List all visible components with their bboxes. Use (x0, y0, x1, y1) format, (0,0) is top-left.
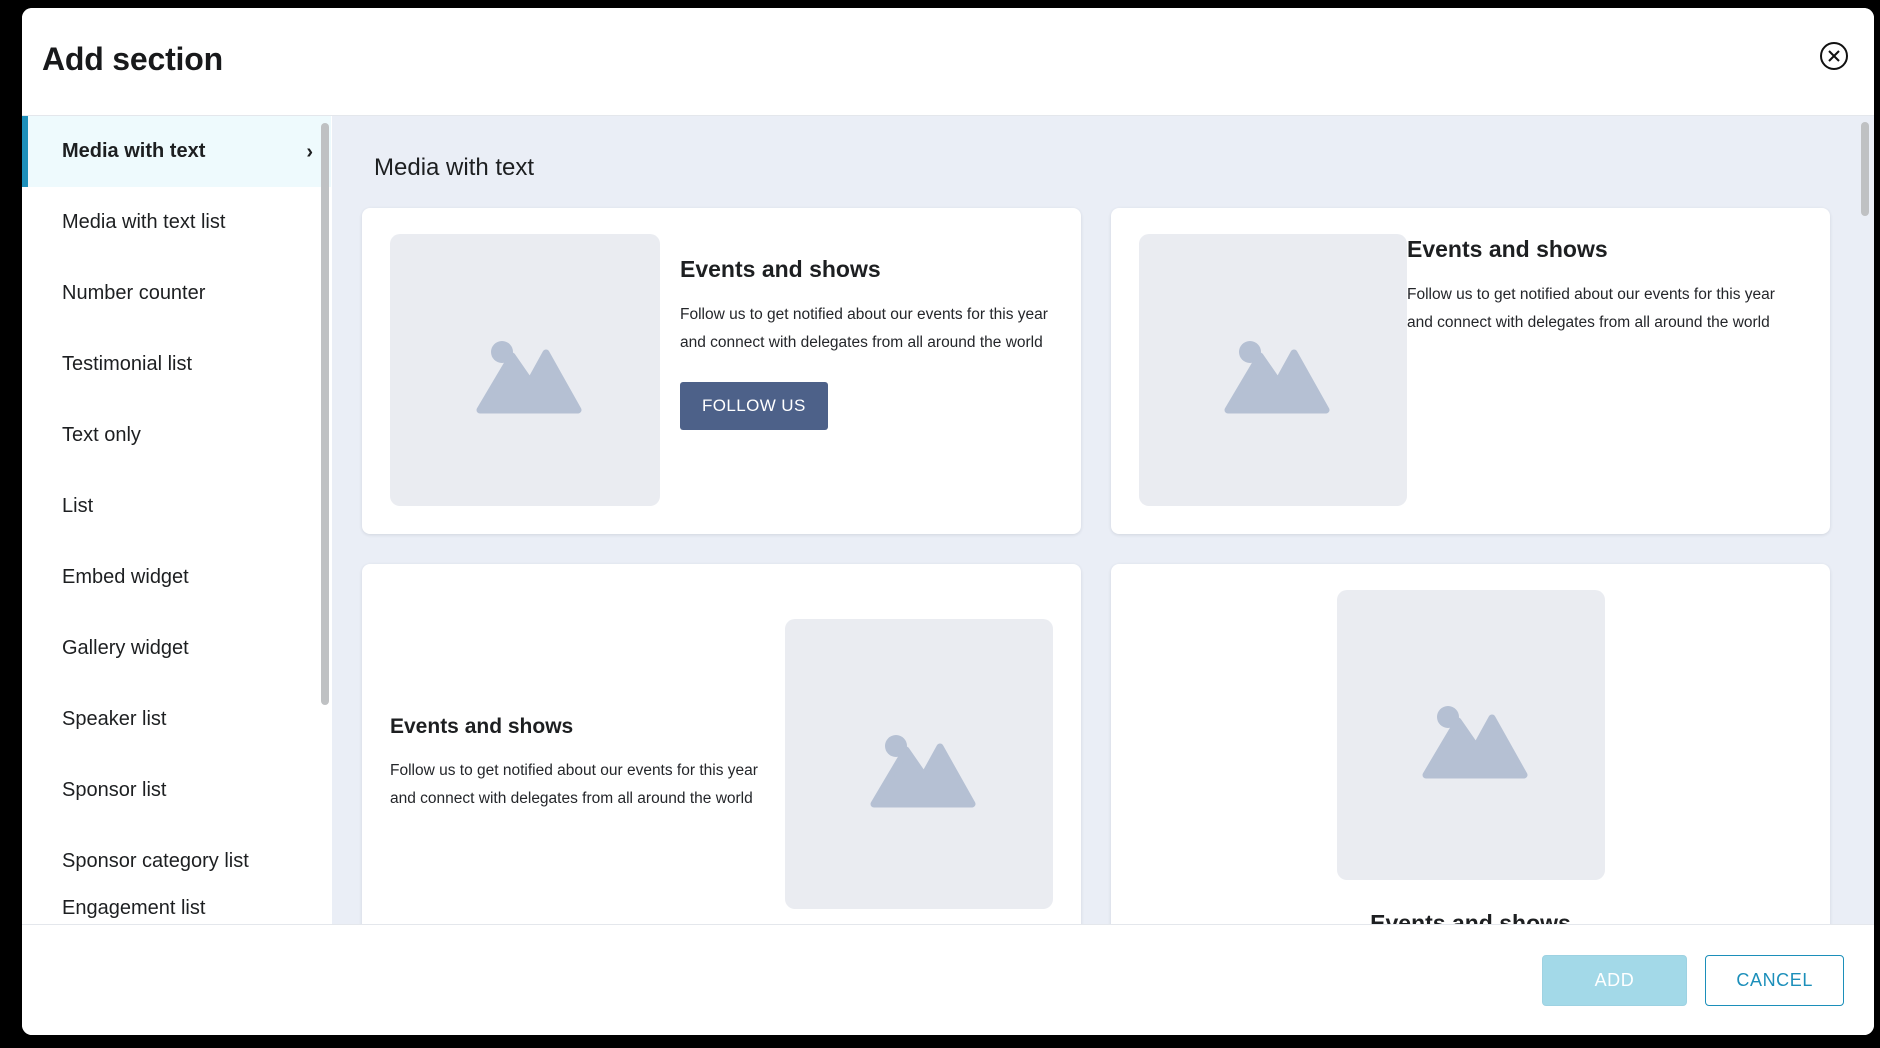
modal-footer: ADD CANCEL (22, 924, 1874, 1035)
image-placeholder-icon (1336, 590, 1605, 880)
cancel-button[interactable]: CANCEL (1705, 954, 1844, 1006)
card-title: Events and shows (1370, 910, 1571, 924)
sidebar-item-partial[interactable]: Engagement list (22, 897, 331, 924)
sidebar-item-embed-widget[interactable]: Embed widget (22, 542, 331, 613)
card-text: Events and shows Follow us to get notifi… (680, 234, 1053, 431)
sidebar-item-label: Testimonial list (62, 353, 193, 375)
modal-body: Media with text › Media with text list N… (22, 116, 1874, 924)
card-description: Follow us to get notified about our even… (1407, 286, 1775, 331)
sidebar-item-media-with-text[interactable]: Media with text › (22, 116, 331, 187)
card-description: Follow us to get notified about our even… (680, 306, 1048, 351)
sidebar-item-number-counter[interactable]: Number counter (22, 258, 331, 329)
sidebar-item-text-only[interactable]: Text only (22, 400, 331, 471)
template-card[interactable]: Events and shows (1111, 564, 1830, 924)
section-preview-pane: Media with text Events and shows Follow … (332, 116, 1874, 924)
sidebar-item-label: Sponsor category list (62, 850, 249, 872)
add-section-modal: Add section Media with text › Media with… (22, 8, 1874, 1035)
close-icon[interactable] (1816, 38, 1852, 74)
desktop-backdrop: Add section Media with text › Media with… (0, 0, 1880, 1048)
template-card[interactable]: Events and shows Follow us to get notifi… (362, 564, 1081, 924)
modal-header: Add section (22, 8, 1874, 116)
sidebar-item-speaker-list[interactable]: Speaker list (22, 684, 331, 755)
card-title: Events and shows (390, 714, 574, 738)
sidebar-item-sponsor-category-list[interactable]: Sponsor category list (22, 826, 331, 897)
sidebar-item-label: Media with text list (62, 211, 226, 233)
card-title: Events and shows (1407, 236, 1608, 262)
content-heading: Media with text (374, 154, 535, 181)
sidebar-item-label: Media with text (62, 140, 206, 162)
image-placeholder-icon (1139, 234, 1407, 506)
sidebar-item-label: Embed widget (62, 566, 189, 588)
card-description: Follow us to get notified about our even… (390, 761, 758, 807)
image-placeholder-icon (390, 234, 660, 506)
template-card[interactable]: Events and shows Follow us to get notifi… (1111, 208, 1830, 534)
chevron-right-icon: › (306, 140, 313, 163)
card-text: Events and shows Follow us to get notifi… (1407, 234, 1802, 508)
sidebar-item-sponsor-list[interactable]: Sponsor list (22, 755, 331, 826)
card-text: Events and shows Follow us to get notifi… (390, 715, 785, 812)
template-card[interactable]: Events and shows Follow us to get notifi… (362, 208, 1081, 534)
sidebar-item-list[interactable]: List (22, 471, 331, 542)
template-card-grid: Events and shows Follow us to get notifi… (362, 208, 1830, 924)
sidebar-item-label: Number counter (62, 282, 206, 304)
sidebar-item-media-with-text-list[interactable]: Media with text list (22, 187, 331, 258)
sidebar-item-label: Sponsor list (62, 779, 167, 801)
card-title: Events and shows (680, 256, 881, 282)
sidebar-item-label: Gallery widget (62, 637, 189, 659)
sidebar-item-testimonial-list[interactable]: Testimonial list (22, 329, 331, 400)
page-title: Add section (42, 41, 223, 77)
sidebar-scrollbar[interactable] (321, 123, 329, 705)
add-button[interactable]: ADD (1541, 954, 1688, 1006)
follow-us-button[interactable]: FOLLOW US (680, 382, 828, 431)
sidebar-item-label: Text only (62, 424, 141, 446)
content-scrollbar[interactable] (1861, 122, 1869, 216)
sidebar-item-label: Engagement list (62, 897, 206, 919)
section-type-sidebar: Media with text › Media with text list N… (22, 116, 332, 924)
sidebar-item-gallery-widget[interactable]: Gallery widget (22, 613, 331, 684)
content-inner: Media with text Events and shows Follow … (332, 116, 1874, 924)
sidebar-list: Media with text › Media with text list N… (22, 116, 331, 924)
image-placeholder-icon (785, 618, 1053, 909)
sidebar-item-label: Speaker list (62, 708, 167, 730)
sidebar-item-label: List (62, 495, 94, 517)
